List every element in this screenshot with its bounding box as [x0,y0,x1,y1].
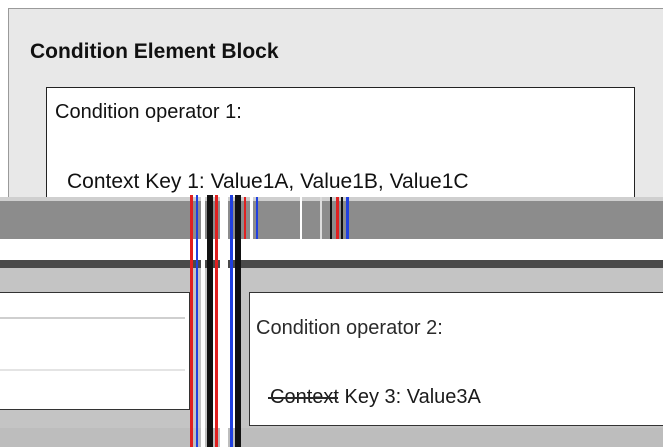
lower-left-box [0,292,190,410]
vertical-stripe [336,197,339,239]
vertical-stripe [190,195,193,447]
vertical-stripe [207,195,213,447]
glitch-dark-bar [0,260,663,268]
condition-operator-2-label: Condition operator 2: [256,317,443,339]
context-key-1-line: Context Key 1: Value1A, Value1B, Value1C [67,170,469,193]
vertical-stripe [230,195,233,447]
vertical-stripe [300,197,302,239]
block-title: Condition Element Block [30,40,279,63]
vertical-stripe [244,197,246,239]
condition-operator-1-label: Condition operator 1: [55,101,242,123]
screenshot-canvas: Condition Element Block Condition operat… [0,0,663,447]
vertical-stripe [346,197,349,239]
vertical-stripe [341,197,343,239]
vertical-stripe [330,197,332,239]
vertical-stripe [201,195,205,447]
vertical-stripe [215,195,218,447]
lower-left-divider [0,317,185,319]
vertical-stripe [256,197,258,239]
vertical-stripe [250,197,253,239]
vertical-stripe [320,197,322,239]
vertical-stripe [220,195,228,447]
vertical-stripe [196,195,198,447]
lower-left-divider [0,369,185,371]
bottom-strip [0,428,663,447]
strike-artifact [268,397,338,399]
vertical-stripe [235,195,241,447]
